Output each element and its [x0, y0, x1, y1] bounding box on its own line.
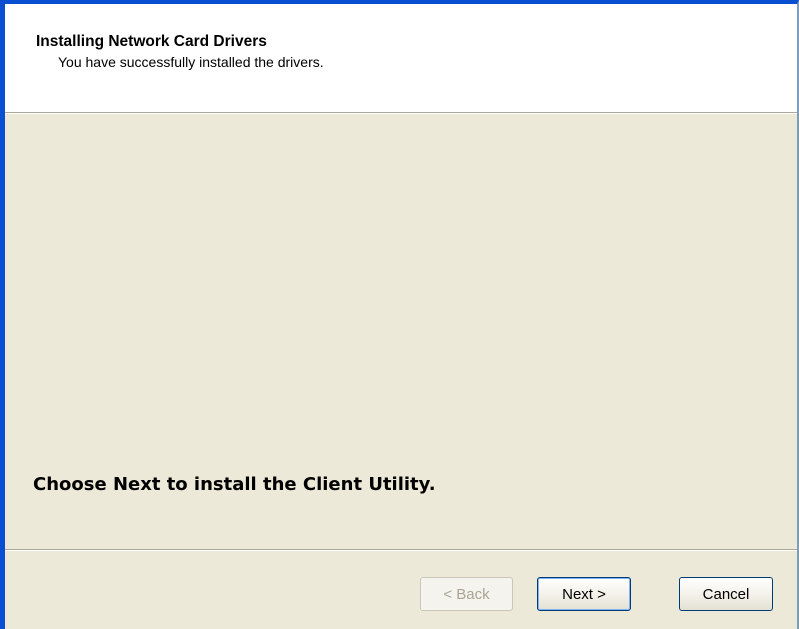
wizard-body: Choose Next to install the Client Utilit…	[5, 114, 797, 549]
wizard-footer: < Back Next > Cancel	[5, 551, 797, 629]
header-title: Installing Network Card Drivers	[36, 33, 267, 50]
installer-wizard-window: Installing Network Card Drivers You have…	[0, 0, 799, 629]
instruction-text: Choose Next to install the Client Utilit…	[33, 474, 436, 495]
cancel-button[interactable]: Cancel	[679, 577, 773, 611]
next-button[interactable]: Next >	[537, 577, 631, 611]
back-button: < Back	[420, 577, 513, 611]
wizard-header: Installing Network Card Drivers You have…	[5, 4, 797, 113]
header-subtitle: You have successfully installed the driv…	[58, 54, 324, 70]
